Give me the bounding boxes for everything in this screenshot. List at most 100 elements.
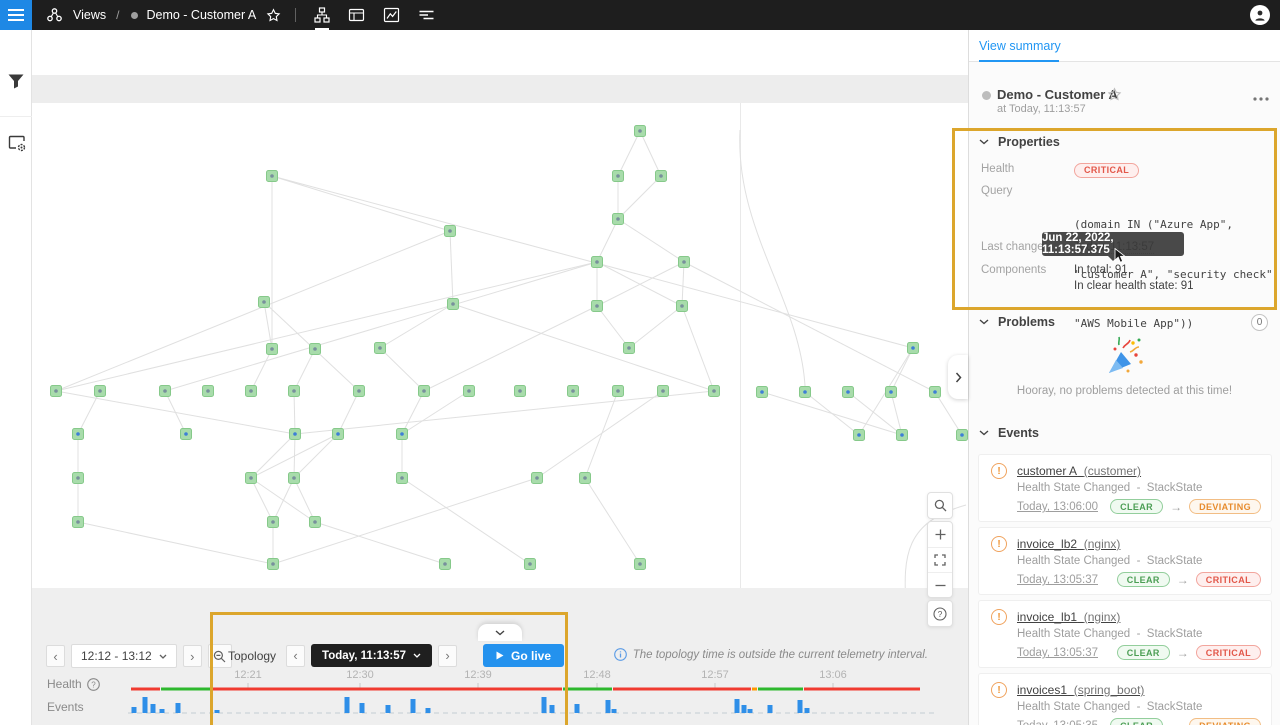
event-bar[interactable] (542, 697, 547, 713)
event-bar[interactable] (742, 705, 747, 713)
topology-node[interactable] (658, 386, 669, 397)
events-section-header[interactable]: Events (979, 426, 1039, 440)
topology-node[interactable] (73, 517, 84, 528)
traces-icon[interactable] (418, 8, 435, 22)
topology-node[interactable] (73, 473, 84, 484)
topology-node[interactable] (532, 473, 543, 484)
topology-node[interactable] (440, 559, 451, 570)
topology-node[interactable] (310, 517, 321, 528)
event-card[interactable]: ! customer A (customer) Health State Cha… (979, 455, 1271, 521)
event-bar[interactable] (805, 708, 810, 713)
topology-node[interactable] (624, 343, 635, 354)
event-bar[interactable] (160, 709, 165, 713)
topology-node[interactable] (908, 343, 919, 354)
topology-node[interactable] (246, 386, 257, 397)
fit-to-screen-button[interactable] (928, 547, 952, 572)
topology-node[interactable] (268, 517, 279, 528)
topology-node[interactable] (419, 386, 430, 397)
event-bar[interactable] (143, 697, 148, 713)
topology-node[interactable] (897, 430, 908, 441)
event-bar[interactable] (606, 700, 611, 713)
topology-node[interactable] (445, 226, 456, 237)
topology-node[interactable] (448, 299, 459, 310)
timeline-collapse-tab[interactable] (478, 624, 522, 641)
view-settings-icon[interactable] (7, 134, 27, 158)
topology-node[interactable] (464, 386, 475, 397)
topology-canvas[interactable] (32, 75, 968, 588)
topology-node[interactable] (525, 559, 536, 570)
topology-node[interactable] (757, 387, 768, 398)
right-panel-expander[interactable] (948, 355, 968, 399)
topology-node[interactable] (268, 559, 279, 570)
breadcrumb-view-name[interactable]: Demo - Customer A (146, 8, 256, 22)
topology-node[interactable] (160, 386, 171, 397)
topology-node[interactable] (800, 387, 811, 398)
event-bar[interactable] (550, 705, 555, 713)
topology-node[interactable] (181, 429, 192, 440)
topology-node[interactable] (635, 126, 646, 137)
event-bar[interactable] (612, 709, 617, 713)
topology-node[interactable] (930, 387, 941, 398)
filter-icon[interactable] (7, 73, 25, 95)
topology-node[interactable] (397, 429, 408, 440)
topology-node[interactable] (580, 473, 591, 484)
topology-node[interactable] (613, 386, 624, 397)
topology-node[interactable] (568, 386, 579, 397)
topology-node[interactable] (51, 386, 62, 397)
topology-node[interactable] (354, 386, 365, 397)
topology-node[interactable] (310, 344, 321, 355)
event-bar[interactable] (132, 707, 137, 713)
zoom-out-button[interactable] (928, 572, 952, 597)
topology-node[interactable] (259, 297, 270, 308)
event-bar[interactable] (748, 709, 753, 713)
topology-node[interactable] (592, 257, 603, 268)
topology-node[interactable] (613, 214, 624, 225)
event-card[interactable]: ! invoices1 (spring_boot) Health State C… (979, 674, 1271, 725)
topology-node[interactable] (854, 430, 865, 441)
topology-node[interactable] (73, 429, 84, 440)
topology-node[interactable] (515, 386, 526, 397)
star-icon[interactable] (266, 8, 281, 23)
topology-node[interactable] (375, 343, 386, 354)
topology-node[interactable] (843, 387, 854, 398)
search-zoom-button[interactable] (928, 493, 952, 518)
topology-node[interactable] (656, 171, 667, 182)
more-options-icon[interactable] (1253, 88, 1269, 106)
metrics-chart-icon[interactable] (383, 7, 400, 23)
topology-node[interactable] (246, 473, 257, 484)
event-bar[interactable] (575, 704, 580, 713)
event-bar[interactable] (386, 705, 391, 713)
problems-section-header[interactable]: Problems (979, 315, 1055, 329)
event-card[interactable]: ! invoice_lb1 (nginx) Health State Chang… (979, 601, 1271, 667)
event-bar[interactable] (360, 703, 365, 713)
event-bar[interactable] (798, 700, 803, 713)
topology-node[interactable] (203, 386, 214, 397)
dashboards-icon[interactable] (348, 7, 365, 23)
breadcrumb-views[interactable]: Views (73, 8, 106, 22)
topology-node[interactable] (677, 301, 688, 312)
event-bar[interactable] (176, 703, 181, 713)
topology-node[interactable] (613, 171, 624, 182)
event-bar[interactable] (411, 699, 416, 713)
user-avatar[interactable] (1250, 5, 1270, 25)
topology-node[interactable] (397, 473, 408, 484)
topology-node[interactable] (333, 429, 344, 440)
event-card[interactable]: ! invoice_lb2 (nginx) Health State Chang… (979, 528, 1271, 594)
topology-view-icon[interactable] (314, 7, 330, 23)
event-bar[interactable] (735, 699, 740, 713)
event-bar[interactable] (215, 710, 220, 713)
event-bar[interactable] (345, 697, 350, 713)
hamburger-menu-button[interactable] (0, 0, 32, 30)
topology-node[interactable] (289, 473, 300, 484)
topology-node[interactable] (267, 344, 278, 355)
event-bar[interactable] (426, 708, 431, 713)
topology-node[interactable] (957, 430, 968, 441)
properties-section-header[interactable]: Properties (979, 135, 1060, 149)
topology-node[interactable] (592, 301, 603, 312)
topology-node[interactable] (709, 386, 720, 397)
help-button[interactable]: ? (928, 601, 952, 626)
topology-node[interactable] (290, 429, 301, 440)
tab-view-summary[interactable]: View summary (979, 39, 1061, 53)
event-bar[interactable] (768, 705, 773, 713)
star-icon[interactable] (1107, 87, 1122, 107)
